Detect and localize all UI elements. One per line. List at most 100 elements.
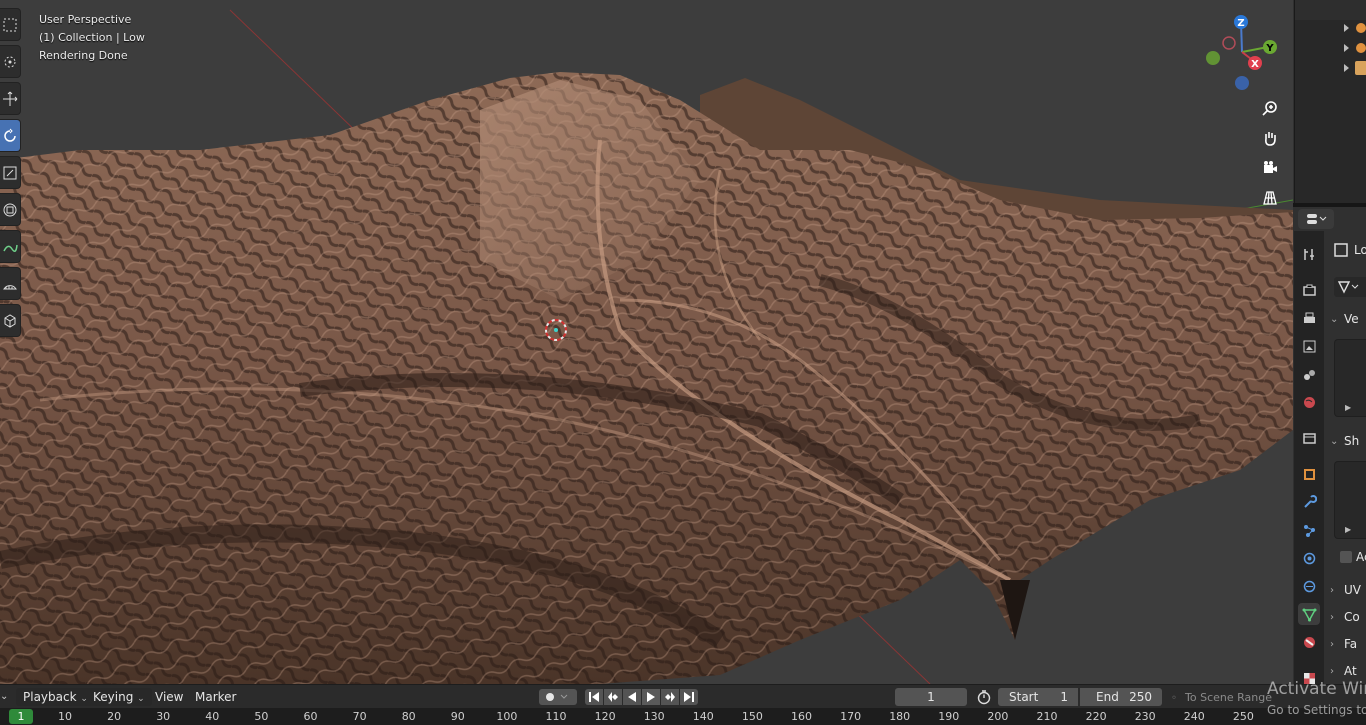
end-frame-field[interactable]: End 250 — [1080, 688, 1162, 706]
ruler-tick-label: 180 — [889, 710, 911, 723]
mesh-datablock-selector[interactable] — [1334, 277, 1366, 297]
ortho-toggle-button[interactable] — [1257, 185, 1283, 211]
tab-object[interactable] — [1298, 463, 1320, 485]
transform-icon — [3, 203, 17, 216]
tab-view-layer[interactable] — [1298, 335, 1320, 357]
current-frame-field[interactable]: 1 — [895, 688, 967, 706]
editor-type-button[interactable] — [1298, 209, 1334, 229]
tab-scene[interactable] — [1298, 363, 1320, 385]
ruler-tick-label: 90 — [450, 710, 465, 723]
editor-type-dropdown[interactable]: ⌄ — [0, 688, 12, 706]
tab-collection[interactable] — [1298, 427, 1320, 449]
ruler-tick-label: 210 — [1036, 710, 1058, 723]
view-menu[interactable]: View — [148, 688, 190, 706]
jump-end-button[interactable] — [680, 689, 698, 705]
mesh-header-icon — [1334, 243, 1348, 257]
mesh-data-small-icon — [1337, 281, 1359, 294]
cursor-tool[interactable] — [0, 45, 21, 78]
relative-checkbox[interactable] — [1340, 551, 1352, 563]
gizmo-z-label: Z — [1237, 18, 1244, 29]
ruler-tick-label: 50 — [254, 710, 269, 723]
ruler-tick-label: 240 — [1183, 710, 1205, 723]
tab-modifiers[interactable] — [1298, 491, 1320, 513]
vertex-groups-list[interactable]: ▶ — [1334, 339, 1366, 417]
panel-shape-keys-label: Sh — [1344, 434, 1360, 448]
panel-face-maps[interactable]: › Fa — [1330, 632, 1366, 656]
panel-vertex-colors[interactable]: › Co — [1330, 605, 1366, 629]
zoom-button[interactable] — [1257, 95, 1283, 121]
jump-keyframe-back-button[interactable] — [604, 689, 622, 705]
ruler-tick-label: 220 — [1085, 710, 1107, 723]
mesh-data-icon — [1302, 608, 1316, 622]
windows-activation-watermark: Activate Windows Go to Settings to activ… — [1267, 679, 1366, 725]
cursor-icon — [4, 56, 16, 67]
auto-keying-toggle[interactable] — [539, 689, 577, 705]
properties-editor-icon — [1307, 214, 1327, 224]
tab-data[interactable] — [1298, 603, 1320, 625]
scale-icon — [3, 166, 17, 179]
play-icon — [647, 692, 655, 702]
camera-view-button[interactable] — [1257, 155, 1283, 181]
properties-panel: Lo ⌄Ve ▶ ⌄Sh ▶ Ac ›UV ›Co ›Fa ›At — [1294, 207, 1366, 684]
tab-tool[interactable] — [1298, 243, 1320, 265]
start-frame-field[interactable]: Start 1 — [998, 688, 1078, 706]
ruler-tick-label: 200 — [987, 710, 1009, 723]
annotate-tool[interactable] — [0, 230, 21, 263]
measure-tool[interactable] — [0, 267, 21, 300]
playback-menu[interactable]: Playback ⌄ — [16, 688, 95, 706]
activate-windows-title: Activate Windows — [1267, 679, 1366, 699]
tab-particles[interactable] — [1298, 519, 1320, 541]
wrench-icon — [1303, 494, 1317, 508]
move-tool[interactable] — [0, 82, 21, 115]
marker-menu[interactable]: Marker — [188, 688, 243, 706]
playhead-frame-indicator[interactable]: 1 — [9, 709, 33, 724]
tab-physics[interactable] — [1298, 547, 1320, 569]
outliner-collection-row[interactable] — [1295, 0, 1366, 20]
relative-checkbox-row: Ac — [1340, 549, 1366, 565]
tab-render[interactable] — [1298, 279, 1320, 301]
rotate-tool[interactable] — [0, 119, 21, 152]
jump-keyframe-forward-button[interactable] — [661, 689, 679, 705]
constraints-icon — [1303, 580, 1315, 592]
to-scene-range-button[interactable]: To Scene Range — [1172, 688, 1272, 706]
transform-tool[interactable] — [0, 193, 21, 226]
play-button[interactable] — [642, 689, 660, 705]
tab-constraints[interactable] — [1298, 575, 1320, 597]
object-name-label: Lo — [1354, 243, 1366, 257]
record-icon — [546, 693, 568, 701]
ruler-tick-label: 170 — [840, 710, 862, 723]
outliner-panel — [1294, 0, 1366, 203]
timeline-ruler[interactable]: 1 10 20 30 40 50 60 70 80 90 100 110 120 130 140 150 16… — [0, 708, 1366, 725]
jump-start-button[interactable] — [585, 689, 603, 705]
shape-keys-list[interactable]: ▶ — [1334, 461, 1366, 539]
tab-material[interactable] — [1298, 631, 1320, 653]
tab-output[interactable] — [1298, 307, 1320, 329]
end-frame-value: 250 — [1129, 690, 1152, 704]
properties-tabs — [1294, 231, 1324, 684]
play-reverse-icon — [628, 692, 636, 702]
render-icon — [1302, 284, 1316, 296]
tab-world[interactable] — [1298, 391, 1320, 413]
panel-attributes-label: At — [1344, 664, 1357, 678]
terrain-scene — [0, 9, 1293, 684]
keying-menu[interactable]: Keying ⌄ — [86, 688, 152, 706]
gizmo-x-label: X — [1251, 59, 1259, 70]
output-icon — [1303, 312, 1315, 323]
preview-range-toggle[interactable] — [976, 689, 994, 705]
ruler-tick-label: 100 — [496, 710, 518, 723]
camera-icon — [1264, 161, 1277, 173]
add-cube-tool[interactable] — [0, 304, 21, 337]
scale-tool[interactable] — [0, 156, 21, 189]
ruler-tick-label: 10 — [58, 710, 72, 723]
play-reverse-button[interactable] — [623, 689, 641, 705]
3d-viewport[interactable]: User Perspective (1) Collection | Low Re… — [0, 0, 1293, 684]
pan-button[interactable] — [1257, 125, 1283, 151]
select-box-tool[interactable] — [0, 8, 21, 41]
ruler-tick-label: 150 — [741, 710, 763, 723]
collection-tab-icon — [1302, 432, 1316, 444]
panel-shape-keys[interactable]: ⌄ Sh — [1330, 429, 1366, 453]
panel-vertex-groups[interactable]: ⌄ Ve — [1330, 307, 1366, 331]
start-frame-label: Start — [1009, 690, 1039, 704]
navigation-gizmo[interactable]: Z Y X — [1198, 10, 1288, 98]
panel-uv-maps[interactable]: › UV — [1330, 578, 1366, 602]
